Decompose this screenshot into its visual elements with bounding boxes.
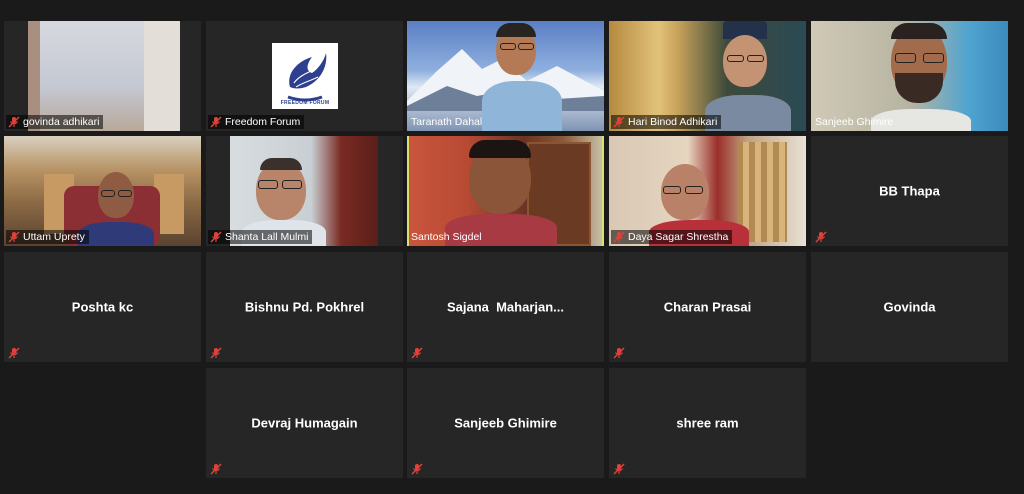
muted-mic-icon: [210, 463, 222, 475]
video-tile-taranath-dahal[interactable]: Taranath Dahal: [407, 21, 604, 131]
video-tile-shanta-lall-mulmi[interactable]: Shanta Lall Mulmi: [206, 136, 403, 246]
muted-mic-icon: [411, 463, 423, 475]
video-tile-shree-ram[interactable]: shree ram: [609, 368, 806, 478]
freedom-forum-logo: FREEDOM FORUM: [272, 43, 338, 109]
participant-label: [208, 462, 229, 476]
participant-label: Taranath Dahal: [411, 116, 483, 128]
video-tile-devraj-humagain[interactable]: Devraj Humagain: [206, 368, 403, 478]
muted-mic-icon: [613, 463, 625, 475]
participant-label: Shanta Lall Mulmi: [208, 230, 313, 244]
video-tile-govinda[interactable]: Govinda: [811, 252, 1008, 362]
muted-mic-icon: [411, 347, 423, 359]
participant-label: [409, 462, 430, 476]
participant-label: [611, 346, 632, 360]
participant-video: [705, 21, 799, 131]
participant-label: Daya Sagar Shrestha: [611, 230, 733, 244]
muted-mic-icon: [210, 347, 222, 359]
participant-name: shree ram: [676, 415, 739, 431]
participant-name: Sanjeeb Ghimire: [454, 415, 557, 431]
video-tile-poshta-kc[interactable]: Poshta kc: [4, 252, 201, 362]
participant-label: Hari Binod Adhikari: [611, 115, 722, 129]
participant-label: Uttam Uprety: [6, 230, 89, 244]
video-tile-sanjeeb-ghimire[interactable]: Sanjeeb Ghimire: [811, 21, 1008, 131]
video-tile-bb-thapa[interactable]: BB Thapa: [811, 136, 1008, 246]
video-tile-sajana-maharjan[interactable]: Sajana Maharjan...: [407, 252, 604, 362]
muted-mic-icon: [613, 347, 625, 359]
participant-label: [409, 346, 430, 360]
participant-label: [813, 230, 834, 244]
muted-mic-icon: [210, 116, 222, 128]
muted-mic-icon: [613, 231, 625, 243]
video-tile-hari-binod-adhikari[interactable]: Hari Binod Adhikari: [609, 21, 806, 131]
participant-name: Poshta kc: [71, 299, 134, 315]
participant-label: govinda adhikari: [6, 115, 104, 129]
participant-label: Freedom Forum: [208, 115, 305, 129]
muted-mic-icon: [210, 231, 222, 243]
participant-label: [208, 346, 229, 360]
video-tile-govinda-adhikari[interactable]: govinda adhikari: [4, 21, 201, 131]
participant-video: [482, 21, 572, 131]
muted-mic-icon: [815, 231, 827, 243]
participant-name: Devraj Humagain: [251, 415, 358, 431]
video-tile-charan-prasai[interactable]: Charan Prasai: [609, 252, 806, 362]
participant-name: Bishnu Pd. Pokhrel: [244, 299, 365, 315]
video-tile-daya-sagar-shrestha[interactable]: Daya Sagar Shrestha: [609, 136, 806, 246]
video-tile-santosh-sigdel[interactable]: Santosh Sigdel: [407, 136, 604, 246]
participant-name: Sajana Maharjan...: [446, 299, 565, 315]
muted-mic-icon: [8, 347, 20, 359]
muted-mic-icon: [8, 231, 20, 243]
participant-label: [6, 346, 27, 360]
participant-name: BB Thapa: [879, 183, 940, 199]
video-tile-freedom-forum[interactable]: FREEDOM FORUM Freedom Forum: [206, 21, 403, 131]
participant-label: Santosh Sigdel: [411, 231, 482, 243]
muted-mic-icon: [613, 116, 625, 128]
video-tile-sanjeeb-ghimire-2[interactable]: Sanjeeb Ghimire: [407, 368, 604, 478]
video-tile-bishnu-pd-pokhrel[interactable]: Bishnu Pd. Pokhrel: [206, 252, 403, 362]
participant-label: Sanjeeb Ghimire: [815, 116, 894, 128]
participant-name: Govinda: [883, 299, 936, 315]
muted-mic-icon: [8, 116, 20, 128]
participant-name: Charan Prasai: [663, 299, 752, 315]
video-tile-uttam-uprety[interactable]: Uttam Uprety: [4, 136, 201, 246]
participant-label: [611, 462, 632, 476]
